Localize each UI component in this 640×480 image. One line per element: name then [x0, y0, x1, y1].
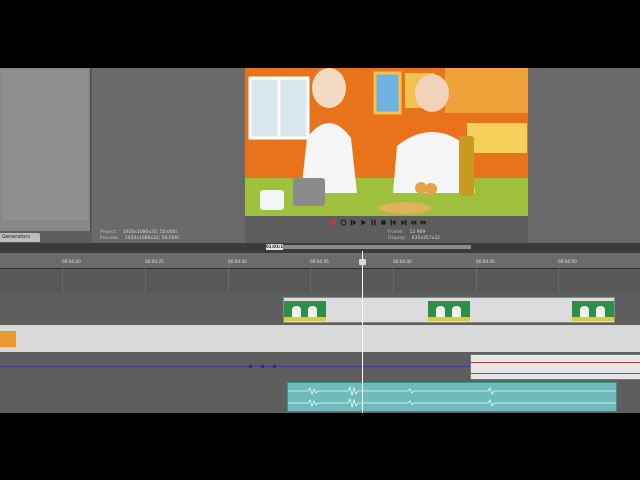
explorer-content: [2, 70, 88, 220]
preview-left-margin: [92, 68, 245, 243]
preview-frame-image: [245, 68, 528, 216]
video-track-2[interactable]: [0, 325, 640, 353]
envelope-track[interactable]: [0, 352, 640, 381]
clip-thumbnail[interactable]: [0, 331, 16, 347]
video-editor-window: Generators Project: 1920x1080x32; 50,000…: [0, 68, 640, 413]
video-clip[interactable]: [283, 297, 615, 323]
envelope-clip[interactable]: [470, 354, 640, 380]
envelope-point[interactable]: [273, 365, 276, 368]
marker-bar[interactable]: 01:03:1: [0, 243, 640, 253]
time-ruler[interactable]: 00:04:20 00:04:25 00:04:30 00:04:35 00:0…: [0, 253, 640, 269]
tick-label: 00:04:50: [558, 259, 577, 264]
prev-frame-icon[interactable]: [390, 219, 397, 226]
envelope-line: [471, 373, 640, 374]
clip-thumbnail: [284, 301, 326, 321]
next-frame-icon[interactable]: [400, 219, 407, 226]
tick-label: 00:04:35: [310, 259, 329, 264]
playhead[interactable]: [362, 251, 363, 413]
envelope-point[interactable]: [261, 365, 264, 368]
envelope-line: [471, 362, 640, 363]
video-preview[interactable]: [245, 68, 528, 216]
record-icon[interactable]: [330, 219, 337, 226]
tick-label: 00:04:40: [393, 259, 412, 264]
play-from-start-icon[interactable]: [350, 219, 357, 226]
preview-right-margin: [528, 68, 640, 243]
go-start-icon[interactable]: [410, 219, 417, 226]
project-info: Project: 1920x1080x32; 50,000i Preview: 19…: [100, 230, 179, 242]
loop-icon[interactable]: [340, 219, 347, 226]
project-value: 1920x1080x32; 50,000i: [122, 230, 177, 235]
display-value: 635x357x32: [411, 236, 441, 241]
audio-clip[interactable]: [287, 382, 617, 412]
clip-thumbnail: [428, 301, 470, 321]
audio-track[interactable]: [0, 380, 640, 413]
timeline[interactable]: 01:03:1 00:04:20 00:04:25 00:04:30 00:04…: [0, 243, 640, 413]
marker-flag[interactable]: 01:03:1: [266, 244, 283, 250]
envelope-point[interactable]: [249, 365, 252, 368]
pause-icon[interactable]: [370, 219, 377, 226]
playhead-handle[interactable]: [359, 259, 366, 265]
display-label: Display:: [388, 236, 406, 241]
loop-region-bar[interactable]: [283, 245, 471, 249]
tick-label: 00:04:30: [228, 259, 247, 264]
frame-label: Frame:: [388, 230, 404, 235]
tab-generators[interactable]: Generators: [0, 233, 40, 242]
tick-label: 00:04:20: [62, 259, 81, 264]
stop-icon[interactable]: [380, 219, 387, 226]
frame-info: Frame: 12 909 Display: 635x357x32: [388, 230, 440, 242]
project-label: Project:: [100, 230, 117, 235]
transport-controls: [330, 217, 427, 227]
clip-thumbnail: [572, 301, 614, 321]
frame-value: 12 909: [409, 230, 426, 235]
preview-label: Preview:: [100, 236, 119, 241]
go-end-icon[interactable]: [420, 219, 427, 226]
play-icon[interactable]: [360, 219, 367, 226]
tick-label: 00:04:45: [476, 259, 495, 264]
preview-value: 1920x1080x32; 50,000i: [124, 236, 179, 241]
explorer-panel: [0, 68, 91, 231]
video-track-1[interactable]: [0, 293, 640, 326]
tick-label: 00:04:25: [145, 259, 164, 264]
audio-waveform: [288, 385, 616, 409]
